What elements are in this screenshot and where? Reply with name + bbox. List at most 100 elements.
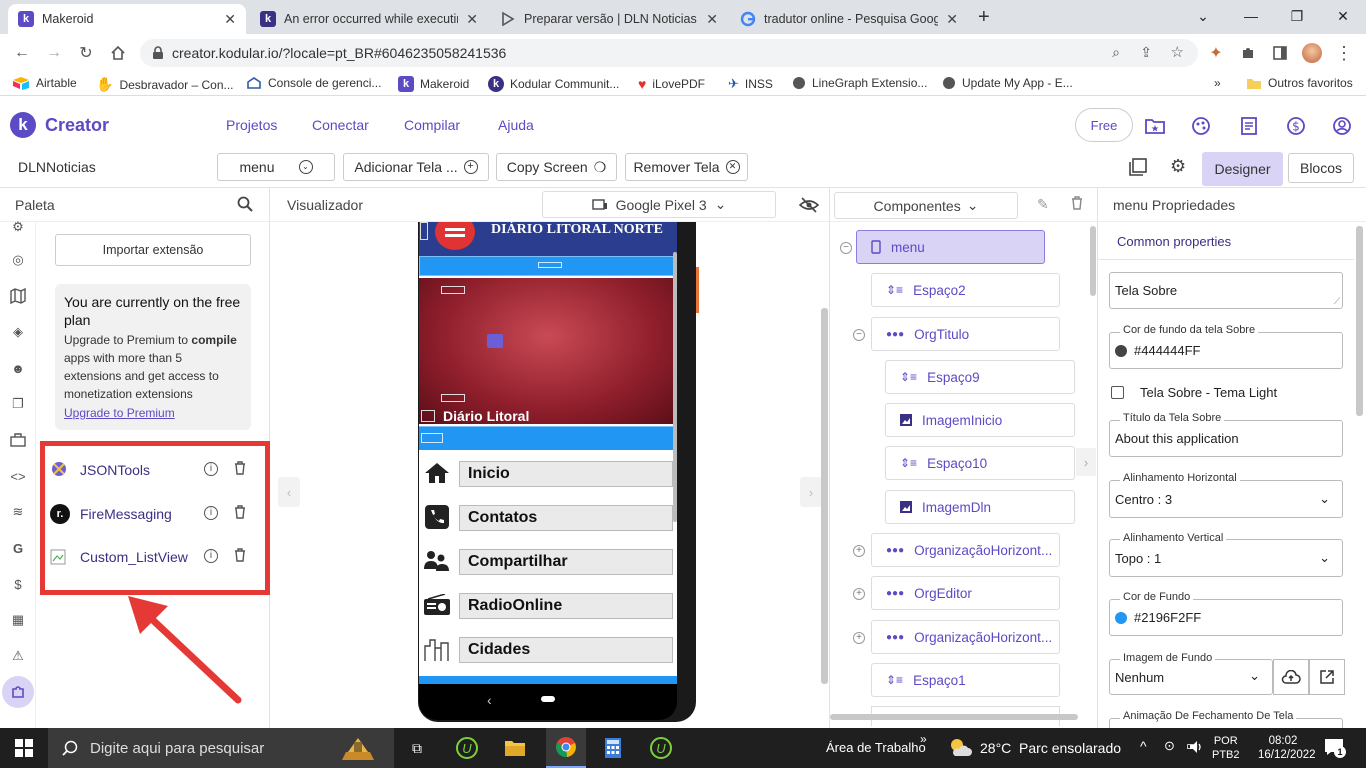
- align-horizontal-select[interactable]: Centro : 3 ⌄: [1109, 480, 1343, 518]
- account-icon[interactable]: [1331, 115, 1353, 137]
- upload-cloud-icon[interactable]: [1273, 659, 1309, 695]
- nav-home-icon[interactable]: [541, 696, 555, 702]
- delete-component-icon[interactable]: [1071, 196, 1083, 210]
- upgrade-premium-link[interactable]: Upgrade to Premium: [64, 406, 242, 420]
- screen-selector[interactable]: menu ⌄: [217, 153, 335, 181]
- gallery-icon[interactable]: [1129, 158, 1147, 176]
- brand-title[interactable]: Creator: [45, 115, 109, 136]
- billing-dollar-icon[interactable]: $: [1285, 115, 1307, 137]
- about-screen-textarea[interactable]: Tela Sobre ⟋: [1109, 272, 1343, 309]
- close-window-button[interactable]: ✕: [1320, 0, 1366, 32]
- weather-icon[interactable]: [948, 736, 972, 758]
- browser-menu-icon[interactable]: ⋮: [1334, 43, 1354, 63]
- tab-makeroid[interactable]: k Makeroid ✕: [8, 4, 246, 34]
- games-category-icon[interactable]: ☻: [9, 359, 27, 377]
- notifications-icon[interactable]: 1: [1324, 738, 1346, 758]
- blocks-tab[interactable]: Blocos: [1288, 153, 1354, 183]
- close-tab-icon[interactable]: ✕: [946, 11, 958, 28]
- about-bg-color-field[interactable]: #444444FF: [1109, 332, 1343, 369]
- menu-conectar[interactable]: Conectar: [312, 117, 369, 133]
- tree-horizontal-scrollbar[interactable]: [830, 714, 1078, 720]
- bookmark-desbravador[interactable]: ✋ Desbravador – Con...: [96, 76, 234, 93]
- properties-scrollbar[interactable]: [1356, 226, 1363, 416]
- extension-item-custom-listview[interactable]: Custom_ListView i: [48, 545, 260, 569]
- tab-preparar-versao[interactable]: Preparar versão | DLN Noticias ✕: [490, 4, 728, 34]
- common-properties-section[interactable]: Common properties: [1098, 222, 1354, 260]
- hide-components-eye-icon[interactable]: [799, 197, 819, 213]
- calculator-icon[interactable]: [598, 734, 628, 762]
- info-icon[interactable]: i: [204, 549, 218, 563]
- url-field[interactable]: creator.kodular.io/?locale=pt_BR#6046235…: [140, 39, 1198, 67]
- input-language[interactable]: POR PTB2: [1212, 734, 1240, 762]
- minimize-button[interactable]: —: [1228, 0, 1274, 32]
- menu-button-radioonline[interactable]: RadioOnline: [419, 586, 675, 624]
- tab-search-icon[interactable]: ⌄: [1180, 0, 1226, 32]
- taskbar-search-box[interactable]: Digite aqui para pesquisar: [48, 728, 394, 768]
- tree-node-orgeditor[interactable]: ●●● OrgEditor: [871, 576, 1060, 610]
- menu-button-contatos[interactable]: Contatos: [419, 498, 675, 536]
- spacer-bar[interactable]: [419, 256, 677, 276]
- tree-node-espaco2[interactable]: ⇕≡ Espaço2: [871, 273, 1060, 307]
- forward-icon[interactable]: →: [44, 43, 64, 63]
- collapse-icon[interactable]: −: [853, 329, 865, 341]
- kodular-logo-icon[interactable]: k: [10, 112, 36, 138]
- tree-node-espaco10[interactable]: ⇕≡ Espaço10: [885, 446, 1075, 480]
- bookmark-console[interactable]: Console de gerenci...: [246, 76, 381, 90]
- file-explorer-icon[interactable]: [500, 734, 530, 762]
- tree-node-orgtitulo[interactable]: ●●● OrgTitulo: [871, 317, 1060, 351]
- phone-scrollbar[interactable]: [673, 252, 677, 522]
- bookmark-inss[interactable]: ✈ INSS: [728, 76, 773, 92]
- meet-now-icon[interactable]: ⊙: [1164, 738, 1175, 754]
- taskbar-app-icon-2[interactable]: U: [646, 734, 676, 762]
- about-title-field[interactable]: About this application: [1109, 420, 1343, 457]
- desktop-expand-icon[interactable]: »: [920, 732, 927, 746]
- google-category-icon[interactable]: G: [9, 539, 27, 557]
- free-plan-badge[interactable]: Free: [1075, 108, 1133, 142]
- menu-projetos[interactable]: Projetos: [226, 117, 277, 133]
- remove-screen-button[interactable]: Remover Tela ✕: [625, 153, 748, 181]
- palette-search-icon[interactable]: [237, 196, 253, 212]
- tree-node-organizacao-horizontal-2[interactable]: ●●● OrganizaçãoHorizont...: [871, 620, 1060, 654]
- bookmark-ilovepdf[interactable]: ♥ iLovePDF: [638, 76, 705, 92]
- background-image-select[interactable]: Nenhum ⌄: [1109, 659, 1273, 695]
- extensions-category-icon[interactable]: [2, 676, 34, 708]
- back-icon[interactable]: ←: [12, 43, 32, 63]
- delete-extension-icon[interactable]: [234, 505, 246, 519]
- tab-error[interactable]: k An error occurred while executing ✕: [250, 4, 488, 34]
- tree-node-organizacao-horizontal-1[interactable]: ●●● OrganizaçãoHorizont...: [871, 533, 1060, 567]
- close-tab-icon[interactable]: ✕: [224, 11, 236, 28]
- map-category-icon[interactable]: [9, 287, 27, 305]
- align-vertical-select[interactable]: Topo : 1 ⌄: [1109, 539, 1343, 577]
- menu-button-compartilhar[interactable]: Compartilhar: [419, 542, 675, 580]
- clock[interactable]: 08:02 16/12/2022: [1258, 734, 1316, 762]
- bookmark-airtable[interactable]: Airtable: [12, 76, 77, 90]
- menu-ajuda[interactable]: Ajuda: [498, 117, 534, 133]
- bookmark-other-folder[interactable]: Outros favoritos: [1246, 76, 1353, 90]
- menu-button-cidades[interactable]: Cidades: [419, 630, 675, 668]
- add-screen-button[interactable]: Adicionar Tela ... +: [343, 153, 489, 181]
- tree-vertical-scrollbar[interactable]: [1090, 226, 1096, 296]
- taskbar-app-icon[interactable]: U: [452, 734, 482, 762]
- app-title-bar[interactable]: DIÁRIO LITORAL NORTE: [419, 222, 677, 256]
- open-external-icon[interactable]: [1309, 659, 1345, 695]
- tree-node-imagemdln[interactable]: ImagemDln: [885, 490, 1075, 524]
- compass-category-icon[interactable]: ◈: [9, 323, 27, 341]
- bookmark-makeroid[interactable]: k Makeroid: [398, 76, 469, 92]
- bookmark-linegraph[interactable]: LineGraph Extensio...: [792, 76, 927, 90]
- maximize-button[interactable]: ❐: [1274, 0, 1320, 32]
- volume-icon[interactable]: [1188, 739, 1204, 755]
- tree-node-menu[interactable]: menu: [856, 230, 1045, 264]
- copy-screen-button[interactable]: Copy Screen ❍: [496, 153, 617, 181]
- expand-icon[interactable]: +: [853, 545, 865, 557]
- device-selector[interactable]: Google Pixel 3 ⌄: [542, 191, 776, 218]
- profile-avatar[interactable]: [1302, 43, 1322, 63]
- viewer-left-arrow-icon[interactable]: ‹: [278, 477, 300, 507]
- monetization-category-icon[interactable]: $: [9, 575, 27, 593]
- show-hidden-icons-icon[interactable]: ^: [1140, 738, 1147, 754]
- experimental-category-icon[interactable]: ⚠: [9, 647, 27, 665]
- components-selector[interactable]: Componentes ⌄: [834, 192, 1018, 219]
- tree-node-espaco9[interactable]: ⇕≡ Espaço9: [885, 360, 1075, 394]
- zoom-icon[interactable]: ⌕: [1112, 44, 1120, 61]
- share-icon[interactable]: ⇪: [1140, 44, 1152, 61]
- settings-gear-icon[interactable]: ⚙: [1170, 156, 1186, 177]
